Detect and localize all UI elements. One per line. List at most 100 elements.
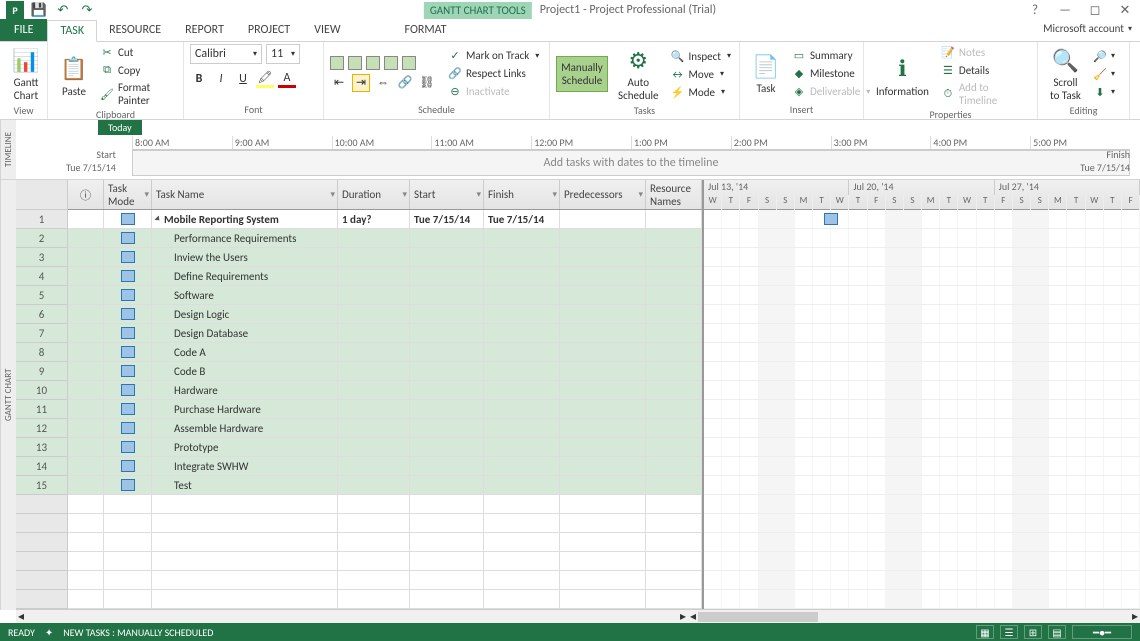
tab-file[interactable]: FILE xyxy=(0,19,47,41)
row-header[interactable]: 3 xyxy=(16,248,68,267)
move-button[interactable]: ↔Move▾ xyxy=(669,66,733,82)
col-task-name[interactable]: Task Name▾ xyxy=(152,180,338,209)
row-header[interactable]: 12 xyxy=(16,419,68,438)
deliverable-button[interactable]: ◈Deliverable▾ xyxy=(790,84,872,100)
table-row[interactable]: Design Logic xyxy=(68,305,702,324)
add-timeline-button[interactable]: ⏱Add to Timeline xyxy=(939,80,1031,108)
bold-button[interactable]: B xyxy=(190,70,208,88)
table-row[interactable] xyxy=(68,514,702,533)
format-painter-button[interactable]: 🖌Format Painter xyxy=(98,80,177,108)
table-row[interactable]: Prototype xyxy=(68,438,702,457)
row-header[interactable]: 4 xyxy=(16,267,68,286)
table-row[interactable] xyxy=(68,495,702,514)
tab-view[interactable]: VIEW xyxy=(302,19,352,41)
pct-50-icon[interactable] xyxy=(366,56,380,70)
help-icon[interactable]: ? xyxy=(1024,1,1046,19)
gantt-vertical-tab[interactable]: GANTT CHART xyxy=(0,180,16,610)
pct-25-icon[interactable] xyxy=(348,56,362,70)
link-icon[interactable]: 🔗 xyxy=(396,74,414,92)
row-header[interactable]: 14 xyxy=(16,457,68,476)
font-color-button[interactable]: A xyxy=(278,70,296,88)
timeline-hint[interactable]: Add tasks with dates to the timeline xyxy=(132,150,1130,176)
table-row[interactable]: Assemble Hardware xyxy=(68,419,702,438)
table-row[interactable] xyxy=(68,590,702,609)
inactivate-button[interactable]: ⊖Inactivate xyxy=(446,84,541,100)
tab-project[interactable]: PROJECT xyxy=(236,19,302,41)
row-header[interactable]: 5 xyxy=(16,286,68,305)
gantt-bar[interactable] xyxy=(824,213,838,225)
underline-button[interactable]: U xyxy=(234,70,252,88)
row-header[interactable]: 11 xyxy=(16,400,68,419)
row-header[interactable]: 13 xyxy=(16,438,68,457)
col-task-mode[interactable]: Task Mode▾ xyxy=(104,180,152,209)
font-name-select[interactable]: Calibri▾ xyxy=(190,44,262,64)
information-button[interactable]: ℹInformation xyxy=(870,53,935,100)
zoom-slider[interactable]: ━●━ xyxy=(1072,625,1132,639)
inspect-button[interactable]: 🔍Inspect▾ xyxy=(669,48,733,64)
view-usage-icon[interactable]: ☰ xyxy=(1000,625,1018,639)
paste-button[interactable]: 📋Paste xyxy=(54,53,94,100)
select-all-corner[interactable] xyxy=(16,180,68,210)
table-row[interactable]: Integrate SWHW xyxy=(68,457,702,476)
tab-task[interactable]: TASK xyxy=(47,20,97,42)
col-duration[interactable]: Duration▾ xyxy=(338,180,410,209)
col-start[interactable]: Start▾ xyxy=(410,180,484,209)
pct-100-icon[interactable] xyxy=(402,56,416,70)
find-button[interactable]: 🔎▾ xyxy=(1091,48,1117,64)
insert-task-button[interactable]: 📄Task xyxy=(746,50,786,97)
split-task-icon[interactable]: ⇔ xyxy=(374,74,392,92)
view-gantt-icon[interactable]: ▦ xyxy=(976,625,994,639)
table-row[interactable] xyxy=(68,571,702,590)
tab-report[interactable]: REPORT xyxy=(173,19,236,41)
close-icon[interactable]: ✕ xyxy=(1114,1,1136,19)
redo-icon[interactable]: ↷ xyxy=(78,1,96,19)
copy-button[interactable]: ⧉Copy xyxy=(98,62,177,78)
milestone-button[interactable]: ◆Milestone xyxy=(790,66,872,82)
table-row[interactable]: Code A xyxy=(68,343,702,362)
fill-button[interactable]: ⬇▾ xyxy=(1091,84,1117,100)
col-predecessors[interactable]: Predecessors▾ xyxy=(560,180,646,209)
fill-color-button[interactable]: 🖍 xyxy=(256,70,274,88)
col-info[interactable]: ⓘ xyxy=(68,180,104,209)
table-row[interactable]: Performance Requirements xyxy=(68,229,702,248)
manually-schedule-button[interactable]: Manually Schedule xyxy=(556,56,608,92)
row-header[interactable]: 1 xyxy=(16,210,68,229)
col-finish[interactable]: Finish▾ xyxy=(484,180,560,209)
table-row[interactable]: Inview the Users xyxy=(68,248,702,267)
cut-button[interactable]: ✂Cut xyxy=(98,44,177,60)
row-header[interactable]: 9 xyxy=(16,362,68,381)
table-row[interactable]: Mobile Reporting System 1 day? Tue 7/15/… xyxy=(68,210,702,229)
row-header[interactable]: 15 xyxy=(16,476,68,495)
table-row[interactable]: Software xyxy=(68,286,702,305)
auto-schedule-button[interactable]: ⚙Auto Schedule xyxy=(612,44,665,104)
table-row[interactable]: Design Database xyxy=(68,324,702,343)
row-header[interactable]: 6 xyxy=(16,305,68,324)
undo-icon[interactable]: ↶ xyxy=(54,1,72,19)
unlink-icon[interactable]: ⛓ xyxy=(418,74,436,92)
italic-button[interactable]: I xyxy=(212,70,230,88)
table-row[interactable] xyxy=(68,533,702,552)
timeline-vertical-tab[interactable]: TIMELINE xyxy=(0,120,16,179)
font-size-select[interactable]: 11▾ xyxy=(266,44,300,64)
summary-button[interactable]: ▭Summary xyxy=(790,48,872,64)
minimize-icon[interactable]: — xyxy=(1054,1,1076,19)
tab-format[interactable]: FORMAT xyxy=(393,19,459,41)
notes-button[interactable]: 📝Notes xyxy=(939,44,1031,60)
pct-75-icon[interactable] xyxy=(384,56,398,70)
table-row[interactable] xyxy=(68,552,702,571)
row-header[interactable]: 10 xyxy=(16,381,68,400)
row-header[interactable]: 8 xyxy=(16,343,68,362)
mark-on-track-button[interactable]: ✓Mark on Track▾ xyxy=(446,48,541,64)
clear-button[interactable]: 🧹▾ xyxy=(1091,66,1117,82)
account-label[interactable]: Microsoft account ▾ xyxy=(1043,22,1132,35)
view-calendar-icon[interactable]: ▤ xyxy=(1048,625,1066,639)
restore-icon[interactable]: ◻ xyxy=(1084,1,1106,19)
outdent-button[interactable]: ⇤ xyxy=(330,74,348,92)
row-header[interactable]: 2 xyxy=(16,229,68,248)
table-h-scrollbar[interactable]: ◂▸ xyxy=(16,609,688,623)
mode-button[interactable]: ⚡Mode▾ xyxy=(669,84,733,100)
table-row[interactable]: Code B xyxy=(68,362,702,381)
view-network-icon[interactable]: ⊞ xyxy=(1024,625,1042,639)
save-icon[interactable]: 💾 xyxy=(30,1,48,19)
gantt-h-scrollbar[interactable]: ◂▸ xyxy=(688,609,1140,623)
